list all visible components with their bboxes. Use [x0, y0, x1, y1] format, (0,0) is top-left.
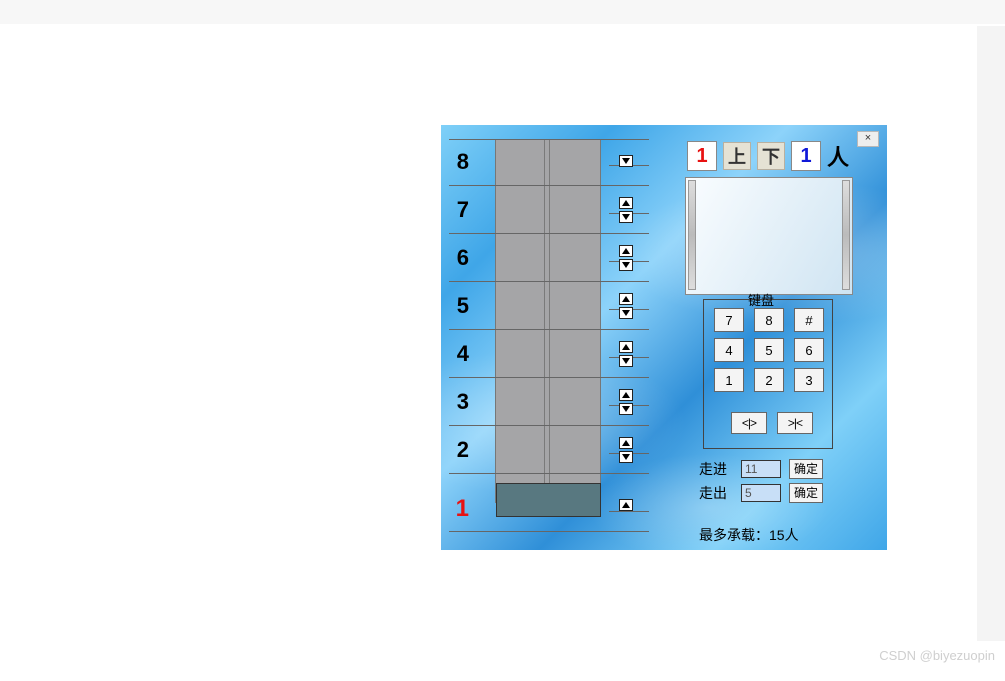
key-6[interactable]: 6	[794, 338, 824, 362]
call-up-button[interactable]	[619, 499, 633, 511]
call-down-button[interactable]	[619, 211, 633, 223]
call-pair	[619, 389, 635, 415]
call-down-button[interactable]	[619, 403, 633, 415]
floor-label: 6	[449, 245, 469, 271]
top-bar	[0, 0, 1005, 24]
key-2[interactable]: 2	[754, 368, 784, 392]
call-up-button[interactable]	[619, 437, 633, 449]
call-pair	[619, 437, 635, 463]
current-floor-display: 1	[687, 141, 717, 171]
key-1[interactable]: 1	[714, 368, 744, 392]
door-keys: <|> >|<	[731, 412, 813, 434]
people-count: 1	[791, 141, 821, 171]
call-down-button[interactable]	[619, 155, 633, 167]
side-band	[977, 26, 1005, 641]
call-down-button[interactable]	[619, 451, 633, 463]
call-up-button[interactable]	[619, 341, 633, 353]
enter-row: 走进 确定	[699, 459, 823, 479]
call-pair	[619, 155, 635, 167]
floor-label: 5	[449, 293, 469, 319]
call-down-button[interactable]	[619, 355, 633, 367]
key-4[interactable]: 4	[714, 338, 744, 362]
exit-input[interactable]	[741, 484, 781, 502]
call-pair	[619, 341, 635, 367]
enter-confirm-button[interactable]: 确定	[789, 459, 823, 479]
watermark: CSDN @biyezuopin	[879, 648, 995, 663]
floor-label: 4	[449, 341, 469, 367]
floor-label: 7	[449, 197, 469, 223]
call-pair	[619, 197, 635, 223]
direction-down-icon[interactable]: 下	[757, 142, 785, 170]
floor-label: 8	[449, 149, 469, 175]
enter-input[interactable]	[741, 460, 781, 478]
door-right	[842, 180, 850, 290]
door-left	[688, 180, 696, 290]
floor-label: 2	[449, 437, 469, 463]
door-open-button[interactable]: <|>	[731, 412, 767, 434]
call-up-button[interactable]	[619, 293, 633, 305]
enter-label: 走进	[699, 459, 733, 479]
floor-label: 3	[449, 389, 469, 415]
key-5[interactable]: 5	[754, 338, 784, 362]
elevator-window: × 8 7 6 5 4	[441, 125, 887, 550]
door-close-button[interactable]: >|<	[777, 412, 813, 434]
call-up-button[interactable]	[619, 245, 633, 257]
key-hash[interactable]: #	[794, 308, 824, 332]
direction-up-icon[interactable]: 上	[723, 142, 751, 170]
floor-label-current: 1	[449, 495, 469, 523]
keypad-title: 键盘	[744, 290, 778, 309]
exit-row: 走出 确定	[699, 483, 823, 503]
exit-label: 走出	[699, 483, 733, 503]
people-unit-label: 人	[827, 140, 849, 172]
camera-display	[685, 177, 853, 295]
status-bar: 1 上 下 1 人	[687, 140, 849, 172]
key-8[interactable]: 8	[754, 308, 784, 332]
call-button-column	[619, 139, 639, 534]
call-down-button[interactable]	[619, 307, 633, 319]
key-7[interactable]: 7	[714, 308, 744, 332]
key-3[interactable]: 3	[794, 368, 824, 392]
keypad-grid: 7 8 # 4 5 6 1 2 3	[714, 308, 824, 392]
call-pair	[619, 245, 635, 271]
call-up-button[interactable]	[619, 389, 633, 401]
close-button[interactable]: ×	[857, 131, 879, 147]
call-up-button[interactable]	[619, 197, 633, 209]
keypad-panel: 键盘 7 8 # 4 5 6 1 2 3 <|> >|<	[703, 299, 833, 449]
call-down-button[interactable]	[619, 259, 633, 271]
call-pair	[619, 293, 635, 319]
max-load-label: 最多承载：15人	[699, 525, 799, 545]
elevator-car	[496, 483, 601, 517]
call-pair	[619, 499, 635, 511]
exit-confirm-button[interactable]: 确定	[789, 483, 823, 503]
